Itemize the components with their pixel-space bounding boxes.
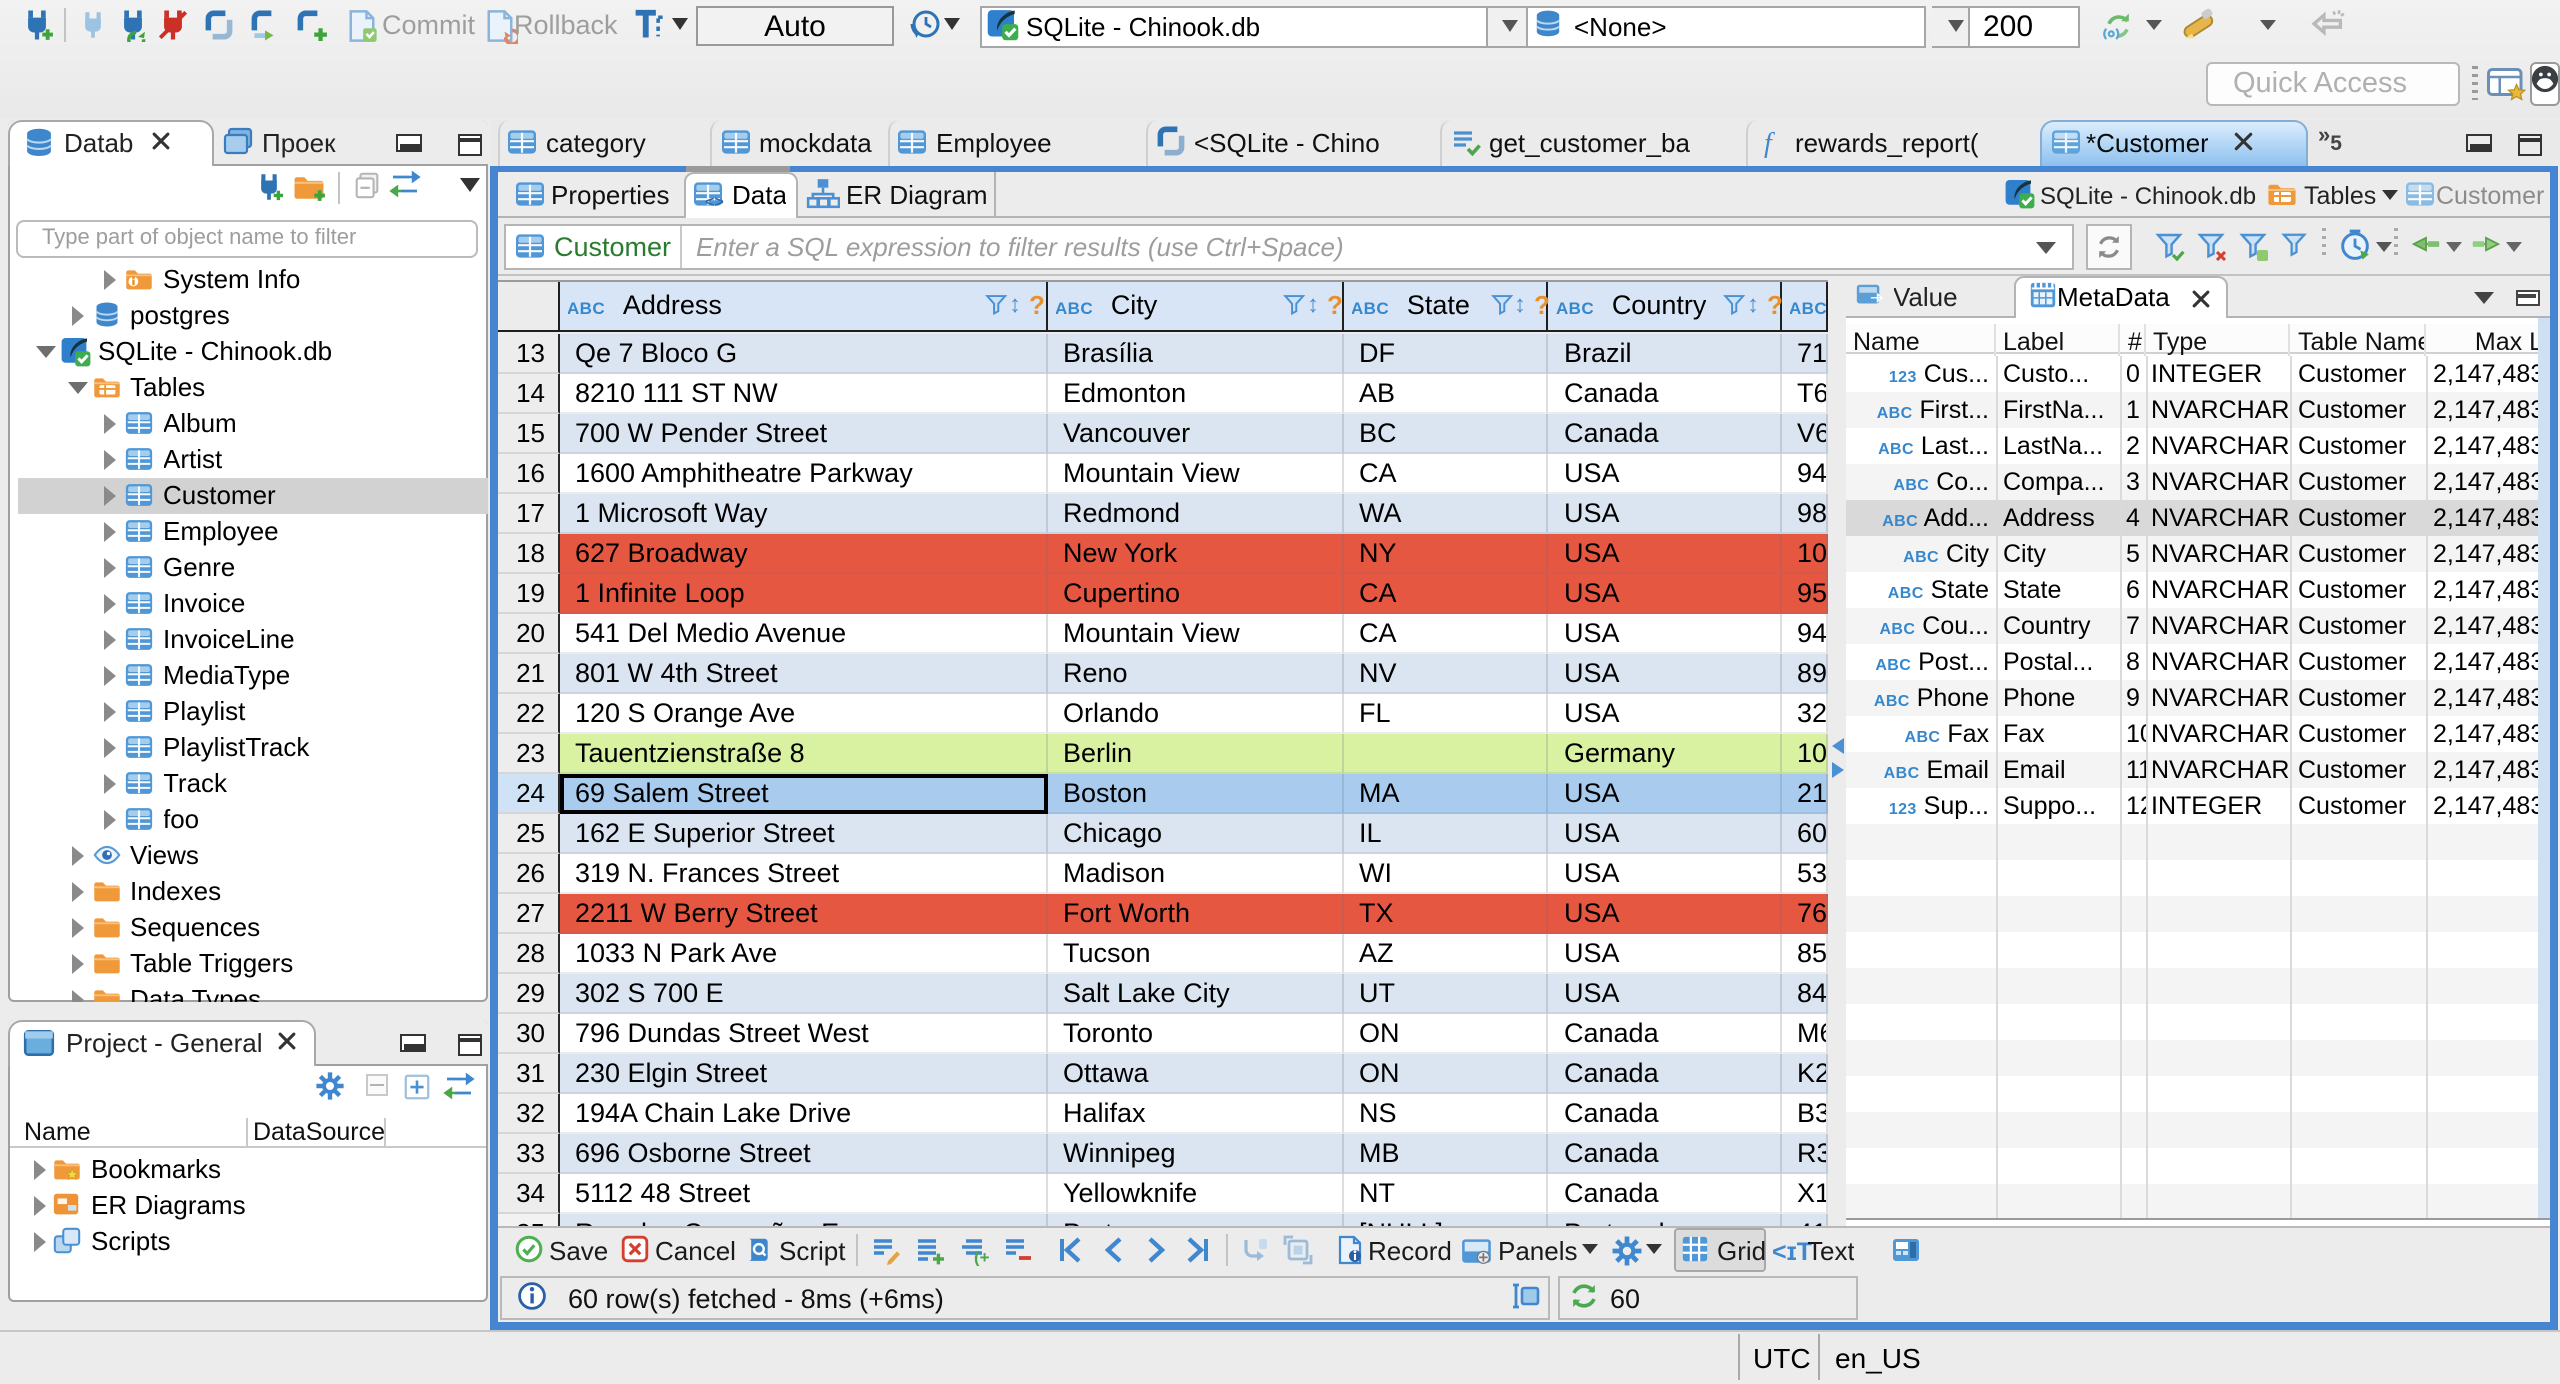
svg-text:f: f [1763,127,1774,157]
svg-text:<>: <> [705,193,724,209]
svg-text:(+): (+) [974,1247,990,1265]
